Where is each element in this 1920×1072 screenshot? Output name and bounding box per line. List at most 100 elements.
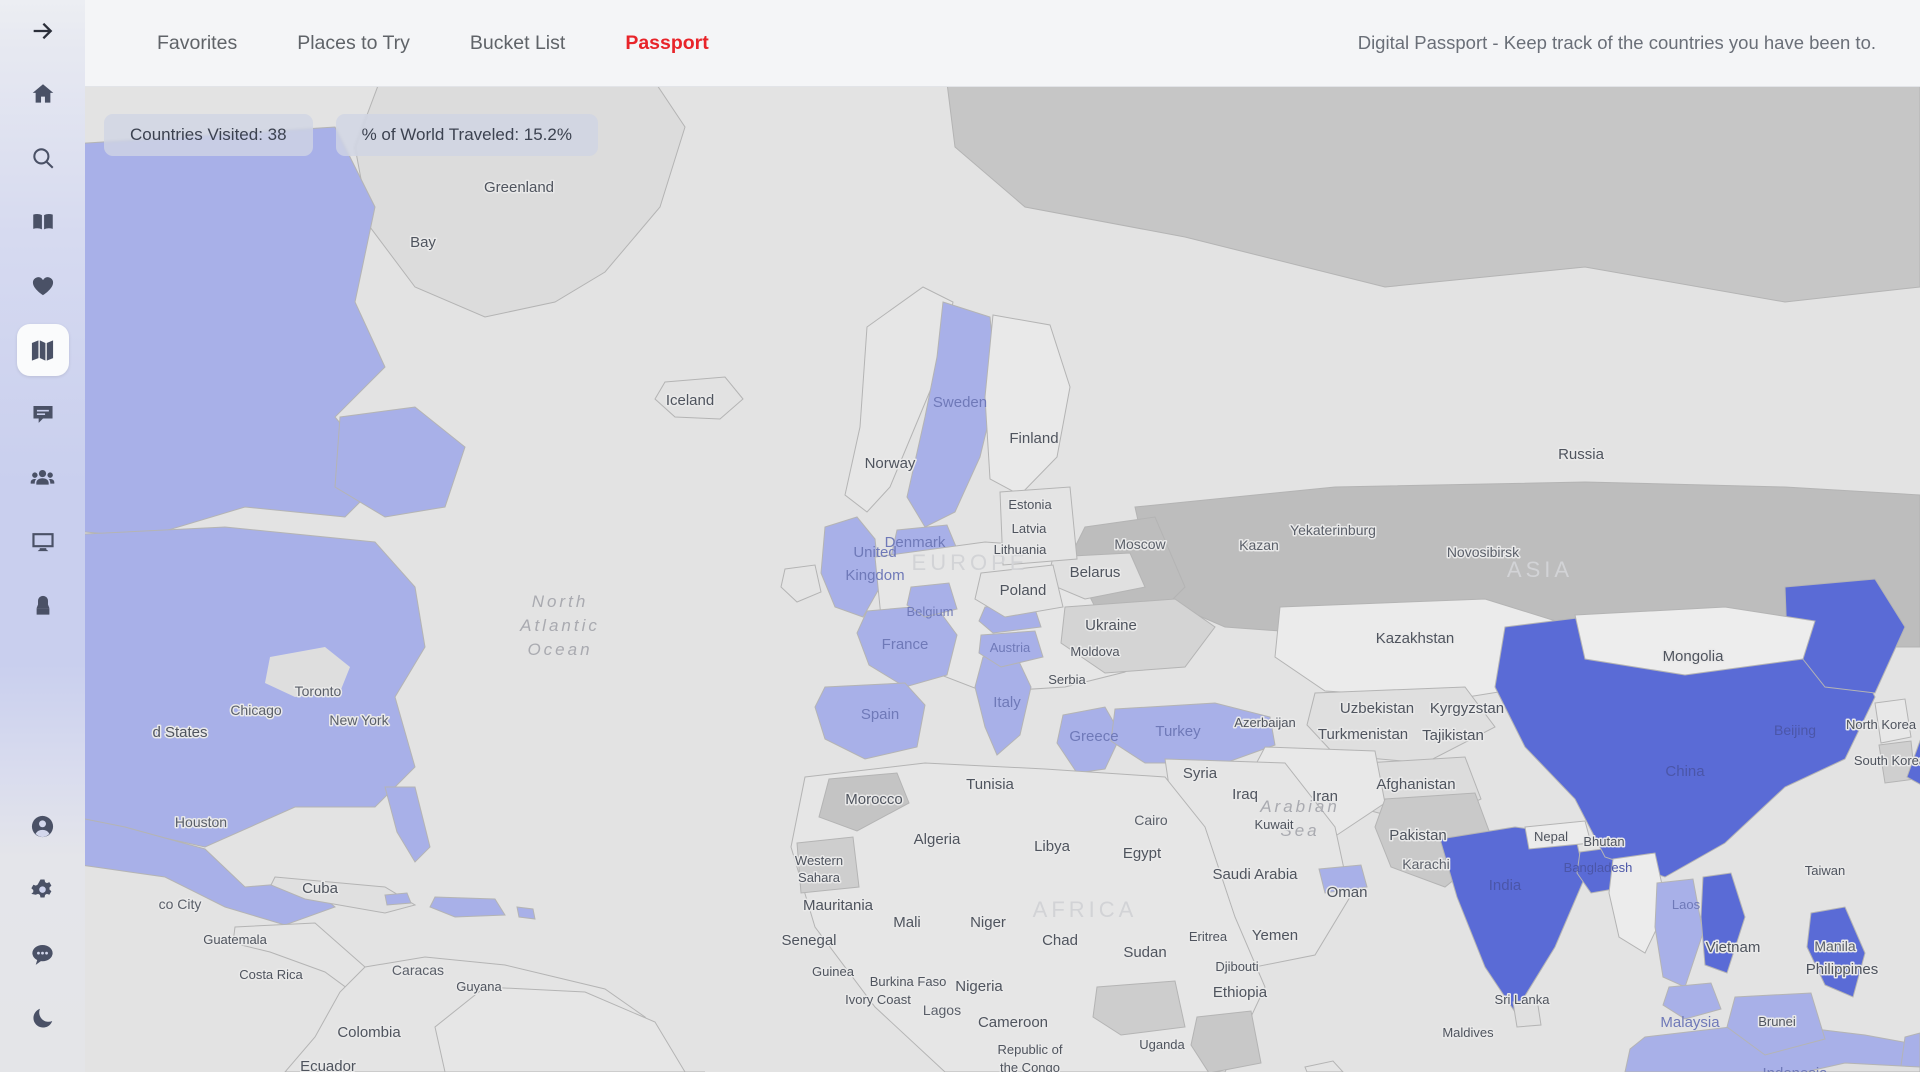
map-label-belarus: Belarus xyxy=(1070,564,1121,581)
world-map-svg[interactable]: NorthAtlanticOceanArabianSea EUROPE ASIAA… xyxy=(85,87,1920,1072)
header-tagline: Digital Passport - Keep track of the cou… xyxy=(1357,32,1876,53)
map-label-burkina-faso: Burkina Faso xyxy=(870,974,947,989)
continent-label-2: AFRICA xyxy=(1033,897,1138,922)
map-label-bangladesh: Bangladesh xyxy=(1564,860,1633,875)
map-label-austria: Austria xyxy=(990,640,1031,655)
map-label-pakistan: Pakistan xyxy=(1389,827,1447,844)
map-label-chicago: Chicago xyxy=(230,702,282,718)
map-label-bhutan: Bhutan xyxy=(1583,834,1624,849)
map-label-north-korea: North Korea xyxy=(1846,717,1917,732)
map-label-algeria: Algeria xyxy=(914,831,961,848)
map-label-costa-rica: Costa Rica xyxy=(239,967,303,982)
map-label-yemen: Yemen xyxy=(1252,927,1298,944)
passport-stats: Countries Visited: 38 % of World Travele… xyxy=(104,114,598,156)
left-sidebar xyxy=(0,0,85,1072)
tab-favorites[interactable]: Favorites xyxy=(127,26,267,61)
map-label-new-york: New York xyxy=(329,712,389,728)
map-label-laos: Laos xyxy=(1672,897,1701,912)
map-label-norway: Norway xyxy=(865,455,916,472)
stat-world-traveled[interactable]: % of World Traveled: 15.2% xyxy=(335,114,598,156)
map-label-belgium: Belgium xyxy=(907,604,954,619)
map-label-brunei: Brunei xyxy=(1758,1014,1796,1029)
map-label-vietnam: Vietnam xyxy=(1706,939,1761,956)
app-root: Favorites Places to Try Bucket List Pass… xyxy=(0,0,1920,1072)
map-label-nepal: Nepal xyxy=(1534,829,1568,844)
map-label-ivory-coast: Ivory Coast xyxy=(845,992,911,1007)
map-label-saudi-arabia: Saudi Arabia xyxy=(1212,866,1298,883)
tab-bucket-list[interactable]: Bucket List xyxy=(440,26,595,61)
map-label-senegal: Senegal xyxy=(781,932,836,949)
map-label-iran: Iran xyxy=(1312,788,1338,805)
stat-countries-visited[interactable]: Countries Visited: 38 xyxy=(104,114,313,156)
map-label-cuba: Cuba xyxy=(302,880,339,897)
map-label-djibouti: Djibouti xyxy=(1215,959,1258,974)
map-label-toronto: Toronto xyxy=(295,683,342,699)
sidebar-item-dark-mode[interactable] xyxy=(17,992,69,1044)
map-label-taiwan: Taiwan xyxy=(1805,863,1845,878)
sidebar-collapse-toggle[interactable] xyxy=(0,0,85,62)
map-label-republic-of: Republic of xyxy=(997,1042,1062,1057)
map-label-tajikistan: Tajikistan xyxy=(1422,727,1484,744)
sidebar-item-desktop[interactable] xyxy=(17,516,69,568)
ocean-label-0-0: North xyxy=(532,592,589,611)
map-label-estonia: Estonia xyxy=(1008,497,1052,512)
map-label-sweden: Sweden xyxy=(933,394,987,411)
sidebar-item-favorites[interactable] xyxy=(17,260,69,312)
map-label-karachi: Karachi xyxy=(1402,856,1449,872)
map-label-turkmenistan: Turkmenistan xyxy=(1318,726,1408,743)
map-label-south-korea: South Korea xyxy=(1854,753,1920,768)
arrow-right-icon[interactable] xyxy=(29,17,57,45)
top-header: Favorites Places to Try Bucket List Pass… xyxy=(85,0,1920,87)
map-label-tunisia: Tunisia xyxy=(966,776,1014,793)
map-label-kazan: Kazan xyxy=(1239,537,1279,553)
map-label-western: Western xyxy=(795,853,843,868)
sidebar-item-search[interactable] xyxy=(17,132,69,184)
map-label-uganda: Uganda xyxy=(1139,1037,1185,1052)
sidebar-item-community[interactable] xyxy=(17,452,69,504)
sidebar-item-guides[interactable] xyxy=(17,196,69,248)
map-label-malaysia: Malaysia xyxy=(1660,1014,1720,1031)
map-label-indonesia: Indonesia xyxy=(1762,1065,1828,1072)
map-label-iceland: Iceland xyxy=(666,392,714,409)
map-label-oman: Oman xyxy=(1327,884,1368,901)
sidebar-item-notifications[interactable] xyxy=(17,580,69,632)
map-label-france: France xyxy=(882,636,929,653)
map-label-bay: Bay xyxy=(410,234,436,251)
map-label-sri-lanka: Sri Lanka xyxy=(1495,992,1551,1007)
map-label-latvia: Latvia xyxy=(1012,521,1047,536)
country-united-states[interactable] xyxy=(85,526,426,848)
map-label-cameroon: Cameroon xyxy=(978,1014,1048,1031)
map-label-russia: Russia xyxy=(1558,446,1605,463)
map-label-d-states: d States xyxy=(152,724,207,741)
map-label-mali: Mali xyxy=(893,914,921,931)
map-label-guinea: Guinea xyxy=(812,964,855,979)
map-label-philippines: Philippines xyxy=(1806,961,1879,978)
sidebar-item-map[interactable] xyxy=(16,324,69,376)
map-label-yekaterinburg: Yekaterinburg xyxy=(1290,522,1376,538)
map-label-kingdom: Kingdom xyxy=(845,567,904,584)
map-label-ecuador: Ecuador xyxy=(300,1058,356,1072)
world-map[interactable]: North Atlantic Ocean Arabian Sea EUROPE ASIA A… xyxy=(85,87,1920,1072)
map-label-ukraine: Ukraine xyxy=(1085,617,1137,634)
map-label-kuwait: Kuwait xyxy=(1254,817,1293,832)
map-label-iraq: Iraq xyxy=(1232,786,1258,803)
map-label-lithuania: Lithuania xyxy=(994,542,1048,557)
sidebar-item-settings[interactable] xyxy=(17,864,69,916)
map-label-moscow: Moscow xyxy=(1114,536,1166,552)
sidebar-item-account[interactable] xyxy=(17,800,69,852)
map-label-moldova: Moldova xyxy=(1070,644,1120,659)
sidebar-item-support[interactable] xyxy=(17,928,69,980)
map-label-niger: Niger xyxy=(970,914,1006,931)
map-label-kazakhstan: Kazakhstan xyxy=(1376,630,1454,647)
sidebar-item-messages[interactable] xyxy=(17,388,69,440)
map-label-houston: Houston xyxy=(175,814,227,830)
tab-places-to-try[interactable]: Places to Try xyxy=(267,26,440,61)
sidebar-bottom-nav xyxy=(17,794,69,1072)
map-label-india: India xyxy=(1489,877,1522,894)
map-label-manila: Manila xyxy=(1814,938,1855,954)
map-label-novosibirsk: Novosibirsk xyxy=(1447,544,1520,560)
map-label-cairo: Cairo xyxy=(1134,812,1168,828)
map-label-azerbaijan: Azerbaijan xyxy=(1234,715,1295,730)
tab-passport[interactable]: Passport xyxy=(595,26,738,61)
sidebar-item-home[interactable] xyxy=(17,68,69,120)
